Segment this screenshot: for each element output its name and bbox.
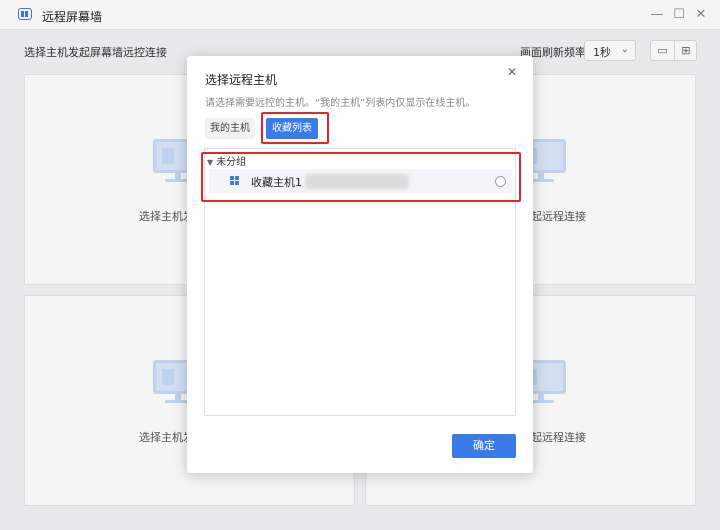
highlight-box-list: [201, 152, 521, 202]
confirm-button[interactable]: 确定: [452, 434, 516, 458]
tab-my-hosts[interactable]: 我的主机: [205, 118, 255, 139]
select-host-dialog: 选择远程主机 ✕ 请选择需要远控的主机。“我的主机”列表内仅显示在线主机。 我的…: [187, 56, 533, 473]
dialog-title: 选择远程主机: [205, 73, 278, 87]
close-icon[interactable]: ✕: [507, 65, 517, 79]
highlight-box-tab: [261, 112, 329, 144]
dialog-description: 请选择需要远控的主机。“我的主机”列表内仅显示在线主机。: [205, 98, 476, 109]
